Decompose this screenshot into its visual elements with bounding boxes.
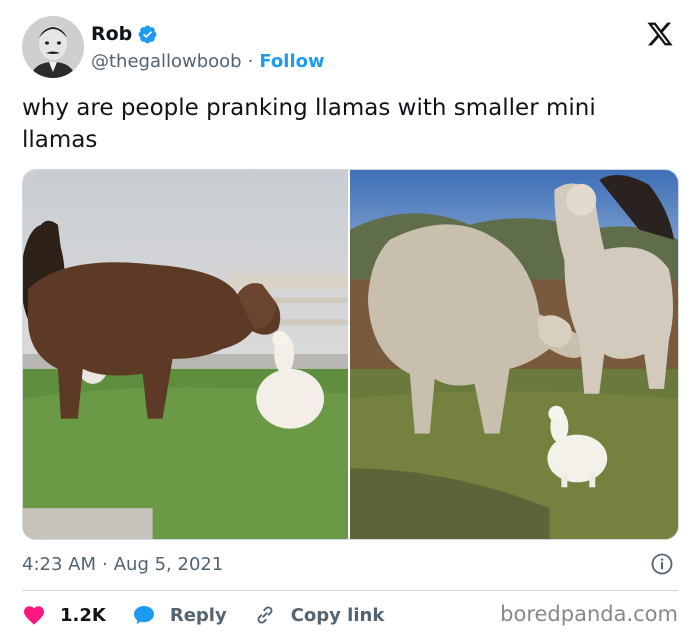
x-logo-icon[interactable] bbox=[646, 20, 674, 48]
photo-right[interactable] bbox=[350, 170, 678, 539]
author-block: Rob @thegallowboob · Follow bbox=[91, 22, 325, 72]
avatar[interactable] bbox=[22, 16, 84, 78]
reply-button[interactable]: Reply bbox=[132, 603, 227, 627]
tweet-time[interactable]: 4:23 AM bbox=[22, 554, 96, 575]
reply-label: Reply bbox=[169, 604, 227, 626]
link-icon bbox=[257, 606, 273, 624]
verified-badge-icon bbox=[137, 24, 158, 45]
info-icon[interactable] bbox=[650, 552, 674, 576]
tweet-text: why are people pranking llamas with smal… bbox=[22, 95, 596, 153]
tweet-date[interactable]: Aug 5, 2021 bbox=[114, 554, 224, 575]
follow-button[interactable]: Follow bbox=[259, 51, 324, 72]
divider bbox=[22, 590, 678, 591]
like-count: 1.2K bbox=[60, 604, 106, 626]
watermark: boredpanda.com bbox=[500, 602, 678, 626]
tweet-header: Rob @thegallowboob · Follow bbox=[22, 16, 678, 78]
tweet-meta: 4:23 AM · Aug 5, 2021 bbox=[22, 551, 678, 577]
reply-bubble-icon bbox=[133, 606, 154, 624]
handle-separator: · bbox=[247, 51, 254, 72]
copy-link-label: Copy link bbox=[290, 604, 385, 626]
heart-icon bbox=[24, 606, 44, 625]
author-name[interactable]: Rob bbox=[91, 23, 132, 45]
author-handle[interactable]: @thegallowboob bbox=[91, 51, 242, 72]
like-button[interactable]: 1.2K bbox=[22, 603, 106, 627]
meta-separator: · bbox=[102, 553, 108, 575]
copy-link-button[interactable]: Copy link bbox=[253, 603, 385, 627]
media-grid bbox=[22, 169, 679, 540]
tweet-actions: 1.2K Reply Copy link boredpanda.com bbox=[22, 600, 678, 630]
photo-left[interactable] bbox=[23, 170, 348, 539]
